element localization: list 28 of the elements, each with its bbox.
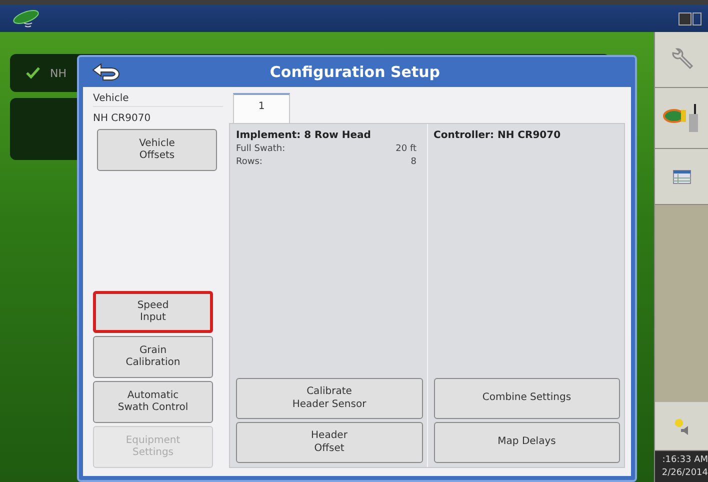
dialog-title: Configuration Setup bbox=[270, 63, 442, 81]
tab[interactable]: 1 bbox=[233, 93, 290, 123]
menu-button[interactable]: Automatic Swath Control bbox=[93, 381, 213, 423]
checkmark-icon bbox=[26, 67, 40, 79]
field-label: Full Swath: bbox=[236, 144, 286, 154]
action-button[interactable]: Header Offset bbox=[236, 422, 422, 463]
toolbar-item[interactable] bbox=[655, 88, 708, 149]
clock-date: 2/26/2014 bbox=[662, 468, 708, 478]
action-button[interactable]: Combine Settings bbox=[434, 378, 620, 419]
action-button[interactable]: Calibrate Header Sensor bbox=[236, 378, 422, 419]
menu-button[interactable]: Grain Calibration bbox=[93, 336, 213, 378]
toolbar-item[interactable] bbox=[655, 402, 708, 451]
card-label: NH bbox=[50, 66, 66, 80]
section-title: Implement: 8 Row Head bbox=[236, 130, 372, 141]
display-icon bbox=[678, 12, 702, 26]
menu-button[interactable]: Vehicle Offsets bbox=[97, 129, 217, 171]
toolbar-item[interactable] bbox=[655, 32, 708, 88]
table-icon bbox=[672, 170, 690, 184]
vehicle-name: NH CR9070 bbox=[93, 113, 152, 124]
group-heading: Vehicle bbox=[93, 93, 223, 107]
field-value: 20 ft bbox=[396, 144, 416, 154]
clock-time: :16:33 AM bbox=[662, 455, 708, 465]
section-title: Controller: NH CR9070 bbox=[434, 130, 562, 141]
field-value: 8 bbox=[410, 157, 416, 167]
field-label: Rows: bbox=[236, 157, 262, 167]
action-button[interactable]: Map Delays bbox=[434, 422, 620, 463]
toolbar-item[interactable] bbox=[655, 149, 708, 205]
highlighted-button[interactable]: Speed Input bbox=[93, 291, 213, 333]
